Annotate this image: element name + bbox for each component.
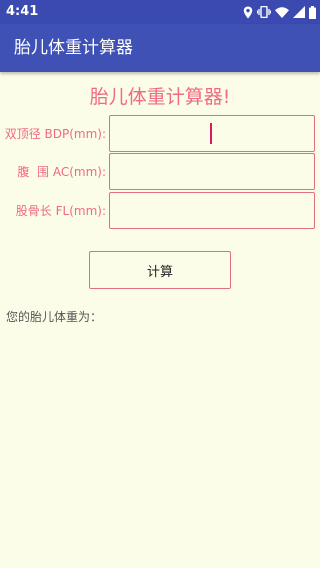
wifi-icon [275,6,289,18]
text-cursor [210,123,212,144]
result-label: 您的胎儿体重为： [6,310,103,324]
fl-input[interactable] [109,192,315,229]
fl-label: 股骨长 FL(mm): [15,204,106,218]
bdp-input[interactable] [109,115,315,152]
status-time: 4:41 [6,4,39,19]
status-icons [243,4,316,20]
vibrate-icon [257,6,271,18]
app-title: 胎儿体重计算器 [14,38,133,58]
page-heading: 胎儿体重计算器! [89,86,231,108]
ac-input[interactable] [109,153,315,190]
app-bar: 胎儿体重计算器 [0,24,320,72]
ac-label: 腹 围 AC(mm): [17,165,106,179]
location-icon [243,6,253,19]
signal-icon [293,6,305,18]
bdp-label: 双顶径 BDP(mm): [4,127,106,141]
battery-icon [309,5,316,19]
calculate-button[interactable]: 计算 [89,251,231,289]
status-bar: 4:41 [0,0,320,24]
